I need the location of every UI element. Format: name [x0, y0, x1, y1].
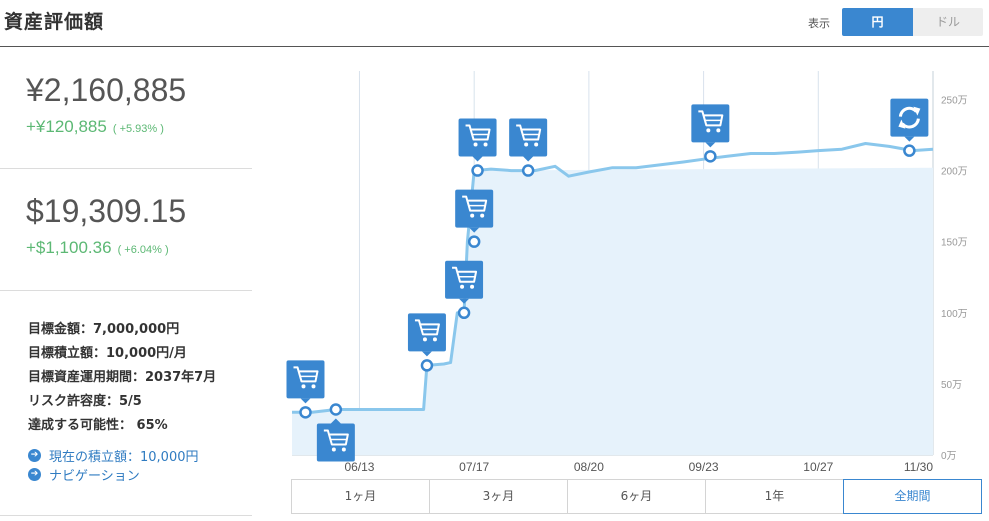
x-tick-label: 09/23 [689, 460, 719, 474]
asset-chart: 0万 50万 100万 150万 200万 250万 06/13 07/17 08/20 09/2… [0, 0, 989, 521]
marker-box [890, 98, 929, 137]
marker-point [457, 306, 471, 320]
cart-icon-wheel [470, 284, 475, 289]
marker-point [329, 403, 343, 416]
marker-point [467, 235, 481, 248]
cart-icon-wheel [301, 384, 306, 389]
cart-icon-wheel [480, 213, 485, 218]
marker-pointer [523, 156, 534, 162]
transaction-marker [286, 360, 325, 419]
cart-icon-wheel [460, 284, 465, 289]
range-selector: 1ヶ月 3ヶ月 6ヶ月 1年 全期間 [291, 479, 982, 514]
cart-icon-wheel [422, 337, 427, 342]
marker-point [903, 144, 916, 157]
marker-box [691, 104, 730, 143]
transaction-marker [509, 118, 548, 177]
cart-icon-wheel [432, 337, 437, 342]
cart-icon-wheel [473, 142, 478, 147]
range-1-month[interactable]: 1ヶ月 [291, 479, 430, 514]
x-tick-label: 10/27 [803, 460, 833, 474]
x-tick-label: 07/17 [459, 460, 489, 474]
range-3-months[interactable]: 3ヶ月 [429, 479, 568, 514]
marker-point [420, 359, 434, 372]
y-tick-label: 0万 [941, 451, 957, 462]
asset-chart-svg: 0万 50万 100万 150万 200万 250万 06/13 07/17 08/20 09/2… [286, 71, 968, 474]
marker-box [286, 360, 325, 399]
marker-point [521, 164, 535, 177]
cart-icon-wheel [341, 447, 346, 452]
y-tick-label: 50万 [941, 380, 962, 391]
transaction-marker [691, 104, 730, 163]
marker-box [316, 423, 355, 462]
cart-icon-wheel [331, 447, 336, 452]
marker-box [458, 118, 497, 157]
cart-icon-wheel [470, 213, 475, 218]
marker-box [455, 189, 494, 228]
x-tick-label: 08/20 [574, 460, 604, 474]
y-tick-label: 150万 [941, 238, 968, 249]
marker-point [471, 164, 484, 177]
marker-box [445, 260, 484, 299]
y-tick-label: 200万 [941, 167, 968, 178]
marker-box [407, 313, 446, 352]
marker-box [509, 118, 548, 157]
marker-pointer [300, 398, 311, 404]
marker-pointer [421, 351, 432, 357]
x-tick-label: 11/30 [904, 460, 933, 474]
y-tick-label: 100万 [941, 309, 968, 320]
y-tick-label: 250万 [941, 95, 968, 106]
cart-icon-wheel [311, 384, 316, 389]
marker-pointer [904, 136, 915, 142]
x-tick-label: 06/13 [344, 460, 374, 474]
range-1-year[interactable]: 1年 [705, 479, 844, 514]
cart-icon-wheel [706, 128, 711, 133]
marker-point [299, 406, 312, 419]
cart-icon-wheel [716, 128, 721, 133]
range-all-time[interactable]: 全期間 [843, 479, 982, 514]
range-6-months[interactable]: 6ヶ月 [567, 479, 706, 514]
marker-pointer [705, 142, 716, 148]
transaction-marker [407, 313, 446, 372]
marker-point [704, 150, 717, 163]
principal-area [292, 167, 933, 455]
transaction-marker [458, 118, 497, 177]
cart-icon-wheel [534, 142, 539, 147]
cart-icon-wheel [524, 142, 529, 147]
cart-icon-wheel [483, 142, 488, 147]
